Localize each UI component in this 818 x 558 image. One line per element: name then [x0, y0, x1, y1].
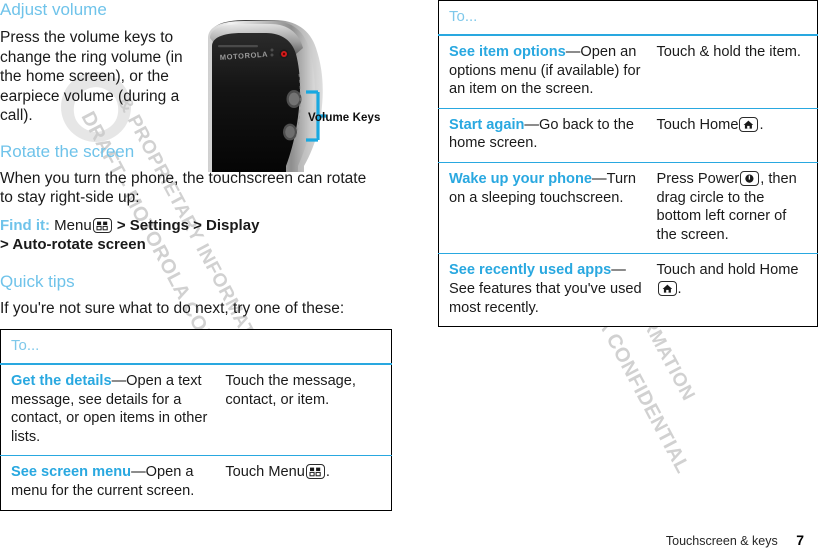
tip-action-text: Touch and hold Home	[656, 262, 799, 279]
tip-action: Touch Menu .	[225, 463, 383, 482]
tip-description: See item options—Open an options menu (i…	[449, 43, 647, 99]
tip-action: Touch & hold the item.	[657, 43, 809, 62]
table-header-to: To...	[0, 329, 392, 365]
table-cell-description: Get the details—Open a text message, see…	[1, 364, 224, 456]
footer-chapter-title: Touchscreen & keys	[665, 534, 778, 548]
table-header-row: To...	[0, 329, 392, 365]
find-it-path-line2: > Auto-rotate screen	[0, 236, 146, 253]
paragraph-rotate-screen: When you turn the phone, the touchscreen…	[0, 169, 367, 207]
table-cell-action: Touch Home .	[654, 107, 818, 163]
tip-action: Touch the message, contact, or item.	[225, 372, 383, 409]
table-cell-description: Start again—Go back to the home screen.	[438, 107, 655, 163]
tip-term: See recently used apps	[449, 262, 612, 279]
tip-action-post: .	[759, 116, 764, 133]
quick-tips-table-left: To... Get the details—Open a text messag…	[0, 329, 392, 511]
tip-action-text: Touch Home	[656, 116, 739, 133]
figure-caption-volume-keys: Volume Keys	[308, 112, 381, 124]
heading-quick-tips: Quick tips	[0, 271, 75, 291]
tip-term: Get the details	[11, 373, 112, 389]
tip-action: Touch Home .	[657, 116, 809, 135]
tip-description: Get the details—Open a text message, see…	[11, 372, 215, 446]
table-row: See item options—Open an options menu (i…	[439, 35, 818, 108]
table-header-label: To...	[449, 8, 478, 25]
home-icon	[657, 280, 677, 296]
quick-tips-table-right: To... See item options—Open an options m…	[438, 0, 818, 328]
tip-term: Wake up your phone	[449, 170, 592, 187]
tip-action-post: .	[677, 280, 682, 297]
find-it-path-line1: > Settings > Display	[116, 216, 260, 234]
tip-description: Start again—Go back to the home screen.	[449, 116, 647, 153]
tip-action-text: Touch Menu	[225, 464, 305, 481]
page-footer: Touchscreen & keys 7	[0, 532, 804, 550]
tip-description: See screen menu—Open a menu for the curr…	[11, 463, 215, 500]
table-row: Start again—Go back to the home screen. …	[438, 107, 818, 163]
tip-term: See screen menu	[11, 464, 132, 481]
table-cell-action: Touch and hold Home .	[654, 253, 818, 327]
right-column: To... See item options—Open an options m…	[438, 0, 818, 328]
tip-action-text: Touch & hold the item.	[656, 44, 801, 60]
menu-icon	[305, 464, 325, 480]
menu-icon	[92, 217, 112, 233]
tip-action-text: Touch the message, contact, or item.	[225, 373, 356, 408]
power-icon	[740, 170, 760, 186]
tip-action-post: .	[325, 464, 330, 481]
table-cell-action: Touch Menu .	[223, 455, 392, 511]
paragraph-quick-tips: If you're not sure what to do next, try …	[0, 299, 345, 317]
tip-action: Press Power , then drag circle to the bo…	[657, 170, 809, 244]
tip-action-text: Press Power	[656, 170, 740, 187]
find-it-label: Find it:	[0, 216, 50, 234]
tip-term: See item options	[449, 44, 566, 60]
tip-description: See recently used apps—See features that…	[449, 261, 647, 317]
home-icon	[739, 116, 759, 132]
tip-term: Start again	[449, 116, 525, 133]
tip-action: Touch and hold Home .	[657, 261, 809, 298]
find-it-path: Find it: Menu > Settings > Display > Aut…	[0, 216, 392, 255]
table-header-label: To...	[11, 337, 40, 354]
tip-description: Wake up your phone—Turn on a sleeping to…	[449, 170, 647, 207]
table-cell-description: See screen menu—Open a menu for the curr…	[0, 455, 224, 511]
table-cell-description: See recently used apps—See features that…	[438, 253, 655, 327]
table-row: Get the details—Open a text message, see…	[1, 364, 392, 456]
footer-page-number: 7	[796, 532, 804, 548]
table-row: See screen menu—Open a menu for the curr…	[0, 455, 392, 511]
table-cell-description: See item options—Open an options menu (i…	[439, 35, 655, 108]
table-row: See recently used apps—See features that…	[438, 253, 818, 327]
table-row: Wake up your phone—Turn on a sleeping to…	[438, 161, 818, 254]
table-header-to: To...	[438, 0, 818, 36]
phone-illustration: MOTOROLA	[200, 14, 392, 174]
table-cell-description: Wake up your phone—Turn on a sleeping to…	[438, 161, 655, 254]
table-cell-action: Touch & hold the item.	[655, 35, 818, 108]
manual-page: ⬤ ⬤ DRAFT - MOTOROLA CONFIDENTIAL & PROP…	[0, 0, 818, 558]
paragraph-adjust-volume: Press the volume keys to change the ring…	[0, 29, 183, 124]
table-header-row: To...	[438, 0, 818, 36]
find-it-menu-word: Menu	[54, 216, 92, 234]
table-cell-action: Touch the message, contact, or item.	[223, 364, 391, 456]
table-cell-action: Press Power , then drag circle to the bo…	[654, 161, 818, 254]
